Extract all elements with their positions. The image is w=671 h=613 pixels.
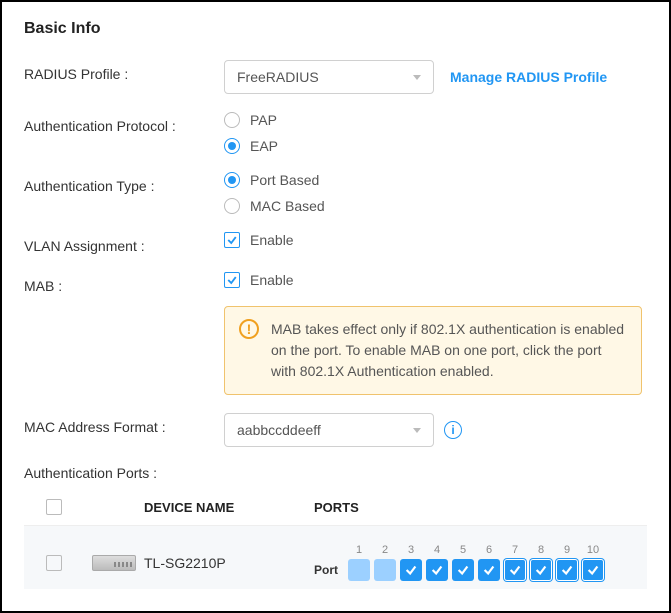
radio-port-based[interactable]: Port Based [224, 172, 325, 188]
port-number: 5 [460, 544, 466, 556]
radio-eap[interactable]: EAP [224, 138, 278, 154]
table-header: DEVICE NAME PORTS [24, 489, 647, 526]
radio-label: EAP [250, 138, 278, 154]
row-mab-alert: ! MAB takes effect only if 802.1X authen… [24, 306, 647, 395]
port-toggle-3[interactable] [400, 559, 422, 581]
row-mac-format: MAC Address Format : aabbccddeeff i [24, 413, 647, 447]
info-icon[interactable]: i [444, 421, 462, 439]
checkbox-icon [224, 272, 240, 288]
port-6: 6 [478, 544, 500, 581]
radio-label: Port Based [250, 172, 319, 188]
port-3: 3 [400, 544, 422, 581]
radio-label: PAP [250, 112, 277, 128]
row-mab: MAB : Enable [24, 272, 647, 294]
alert-text: MAB takes effect only if 802.1X authenti… [271, 319, 627, 382]
label-auth-type: Authentication Type : [24, 172, 224, 194]
port-number: 9 [564, 544, 570, 556]
manage-radius-profile-link[interactable]: Manage RADIUS Profile [450, 69, 607, 85]
port-8: 8 [530, 544, 552, 581]
label-auth-protocol: Authentication Protocol : [24, 112, 224, 134]
checkbox-label: Enable [250, 232, 294, 248]
port-2: 2 [374, 544, 396, 581]
port-number: 7 [512, 544, 518, 556]
th-ports: PORTS [314, 500, 647, 515]
mac-format-select[interactable]: aabbccddeeff [224, 413, 434, 447]
port-toggle-7[interactable] [504, 559, 526, 581]
radio-pap[interactable]: PAP [224, 112, 278, 128]
row-checkbox[interactable] [46, 555, 62, 571]
section-title: Basic Info [24, 20, 647, 38]
port-toggle-8[interactable] [530, 559, 552, 581]
row-radius-profile: RADIUS Profile : FreeRADIUS Manage RADIU… [24, 60, 647, 94]
radio-icon [224, 138, 240, 154]
port-10: 10 [582, 544, 604, 581]
port-toggle-4[interactable] [426, 559, 448, 581]
port-number: 3 [408, 544, 414, 556]
radius-profile-selected: FreeRADIUS [237, 69, 319, 85]
port-toggle-2[interactable] [374, 559, 396, 581]
port-toggle-10[interactable] [582, 559, 604, 581]
port-9: 9 [556, 544, 578, 581]
row-auth-type: Authentication Type : Port Based MAC Bas… [24, 172, 647, 214]
radio-icon [224, 112, 240, 128]
radio-mac-based[interactable]: MAC Based [224, 198, 325, 214]
row-auth-ports-label: Authentication Ports : [24, 465, 647, 481]
select-all-checkbox[interactable] [46, 499, 62, 515]
port-toggle-1[interactable] [348, 559, 370, 581]
th-device-name: DEVICE NAME [144, 500, 314, 515]
checkbox-mab-enable[interactable]: Enable [224, 272, 294, 288]
port-number: 6 [486, 544, 492, 556]
mab-alert: ! MAB takes effect only if 802.1X authen… [224, 306, 642, 395]
checkbox-label: Enable [250, 272, 294, 288]
label-mab: MAB : [24, 272, 224, 294]
checkbox-icon [224, 232, 240, 248]
port-toggle-9[interactable] [556, 559, 578, 581]
label-mac-format: MAC Address Format : [24, 413, 224, 435]
port-number: 4 [434, 544, 440, 556]
ports-label: Port [314, 563, 338, 581]
ports-table: DEVICE NAME PORTS TL-SG2210P Port 1 2 3 4 5 6… [24, 489, 647, 589]
label-auth-ports: Authentication Ports : [24, 465, 224, 481]
port-toggle-6[interactable] [478, 559, 500, 581]
port-number: 2 [382, 544, 388, 556]
chevron-down-icon [413, 75, 421, 80]
radius-profile-select[interactable]: FreeRADIUS [224, 60, 434, 94]
switch-device-icon [92, 555, 136, 571]
port-1: 1 [348, 544, 370, 581]
row-auth-protocol: Authentication Protocol : PAP EAP [24, 112, 647, 154]
row-vlan-assignment: VLAN Assignment : Enable [24, 232, 647, 254]
radio-icon [224, 172, 240, 188]
radio-label: MAC Based [250, 198, 325, 214]
device-name: TL-SG2210P [144, 555, 314, 571]
port-number: 8 [538, 544, 544, 556]
port-number: 10 [587, 544, 599, 556]
label-vlan-assignment: VLAN Assignment : [24, 232, 224, 254]
radio-icon [224, 198, 240, 214]
port-number: 1 [356, 544, 362, 556]
checkbox-vlan-enable[interactable]: Enable [224, 232, 294, 248]
chevron-down-icon [413, 428, 421, 433]
label-radius-profile: RADIUS Profile : [24, 60, 224, 82]
port-toggle-5[interactable] [452, 559, 474, 581]
port-5: 5 [452, 544, 474, 581]
port-4: 4 [426, 544, 448, 581]
port-7: 7 [504, 544, 526, 581]
warning-icon: ! [239, 319, 259, 339]
mac-format-selected: aabbccddeeff [237, 422, 321, 438]
table-row: TL-SG2210P Port 1 2 3 4 5 6 7 8 9 10 [24, 526, 647, 589]
